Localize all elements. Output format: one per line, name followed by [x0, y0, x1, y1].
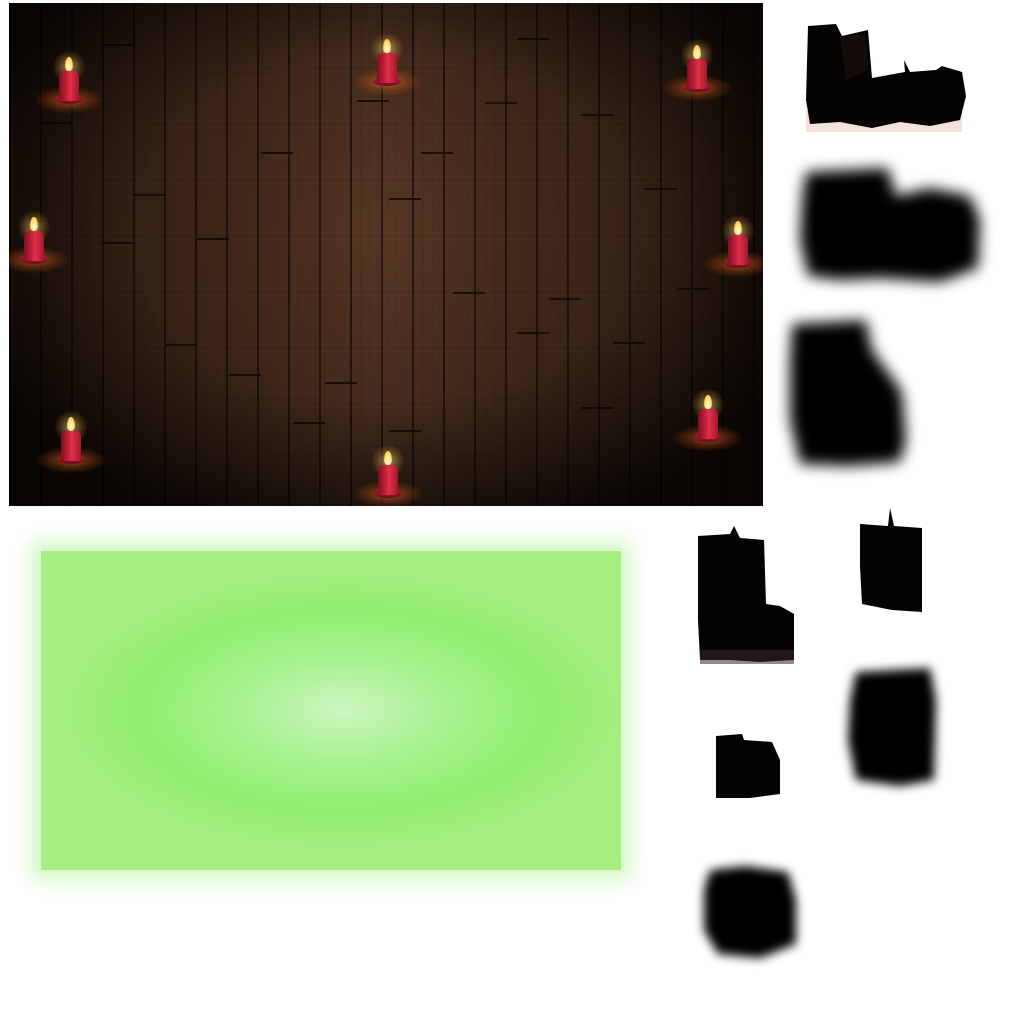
mask-jagged-small: [860, 508, 922, 612]
mask-jagged-mini: [716, 734, 780, 798]
mask-sprites: [698, 24, 980, 958]
mask-soft-wide: [800, 168, 980, 282]
mask-soft-rect: [848, 668, 936, 786]
mask-jagged-tall: [698, 526, 794, 664]
mask-soft-tall: [790, 320, 906, 466]
texture-atlas: [0, 0, 1024, 1024]
mask-soft-square: [704, 866, 796, 958]
mask-jagged-wide: [806, 24, 966, 132]
